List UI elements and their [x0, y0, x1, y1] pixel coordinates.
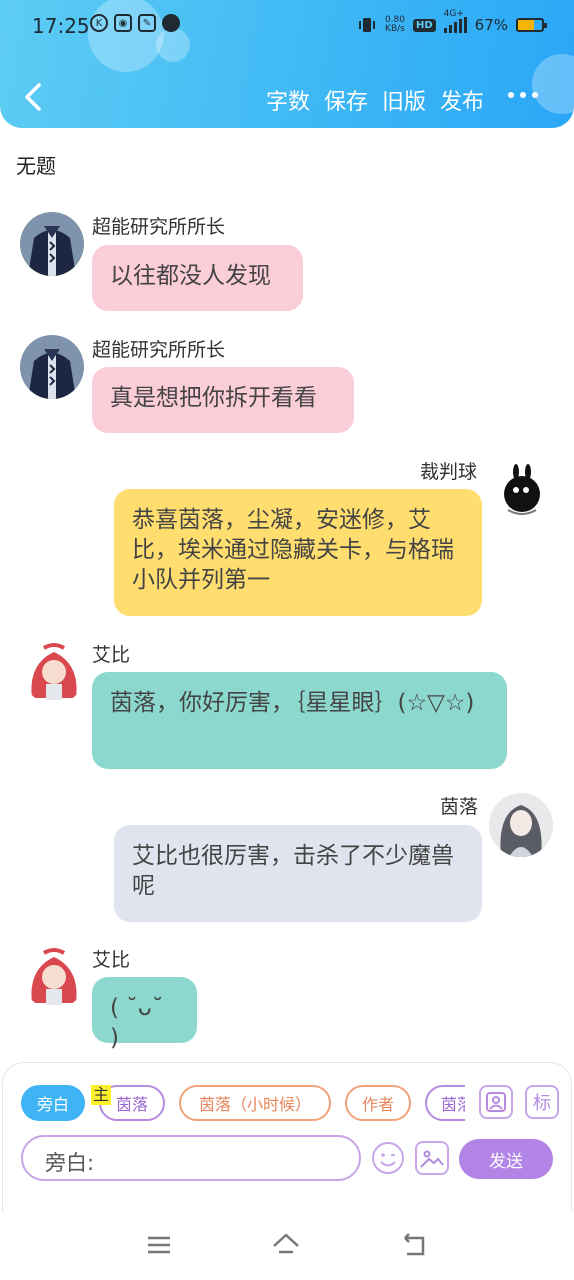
image-button[interactable]: [415, 1141, 449, 1175]
sender-name: 超能研究所所长: [92, 339, 226, 361]
mark-button[interactable]: 标: [525, 1085, 559, 1119]
battery-icon: [516, 18, 547, 32]
more-dot: [508, 92, 514, 98]
avatar[interactable]: [20, 335, 84, 399]
send-button[interactable]: 发送: [459, 1139, 553, 1179]
role-chip[interactable]: 作者: [345, 1085, 411, 1121]
back-arrow-icon: [404, 1233, 425, 1256]
role-chip[interactable]: 茵落: [425, 1085, 465, 1121]
avatar[interactable]: [489, 793, 553, 857]
character-card-button[interactable]: [479, 1085, 513, 1119]
smiley-icon: [372, 1142, 404, 1174]
sender-name: 茵落: [440, 796, 479, 818]
nav-actions: 字数 保存 旧版 发布: [266, 84, 484, 116]
input-panel: 旁白 茵落 茵落（小时候） 作者 茵落 主 标 旁白: 发送: [2, 1062, 572, 1212]
sender-name: 艾比: [92, 644, 131, 666]
message-bubble[interactable]: 以往都没人发现: [92, 245, 303, 311]
vibrate-icon: [358, 18, 375, 32]
role-selector: 旁白 茵落 茵落（小时候） 作者 茵落 主: [21, 1085, 465, 1125]
back-button[interactable]: [18, 82, 48, 112]
back-nav-button[interactable]: [399, 1230, 429, 1260]
main-role-tag: 主: [91, 1085, 112, 1105]
message-bubble[interactable]: ( ˘ᴗ˘ ): [92, 977, 197, 1051]
k-app-icon: K: [90, 14, 108, 32]
chevron-left-icon: [25, 83, 41, 111]
more-dot: [520, 92, 526, 98]
more-dot: [532, 92, 538, 98]
status-bar: 17:25 K ◉ ✎ 0.80 KB/s HD 4G+ 67%: [0, 0, 574, 52]
sender-name: 裁判球: [420, 461, 478, 483]
battery-level: [518, 20, 535, 30]
top-header: 17:25 K ◉ ✎ 0.80 KB/s HD 4G+ 67% 字数 保存 旧…: [0, 0, 574, 128]
net-speed: 0.80 KB/s: [384, 15, 405, 34]
avatar[interactable]: [492, 458, 556, 522]
avatar[interactable]: [22, 945, 86, 1009]
signal-strength: 4G+: [443, 9, 467, 33]
avatar[interactable]: [20, 212, 84, 276]
publish-button[interactable]: 发布: [440, 84, 484, 116]
home-nav-button[interactable]: [271, 1230, 301, 1260]
sender-name: 艾比: [92, 949, 131, 971]
system-nav-bar: [0, 1212, 574, 1280]
message-bubble[interactable]: 茵落，你好厉害，｛星星眼｝(☆▽☆): [92, 672, 507, 769]
avatar[interactable]: [22, 640, 86, 704]
emoji-button[interactable]: [371, 1141, 405, 1175]
menu-nav-button[interactable]: [144, 1230, 174, 1260]
role-chip[interactable]: 茵落（小时候）: [179, 1085, 331, 1121]
nav-bar: 字数 保存 旧版 发布: [0, 70, 574, 126]
save-button[interactable]: 保存: [324, 84, 368, 116]
hd-badge: HD: [412, 18, 436, 32]
app-icon: ✎: [138, 14, 156, 32]
status-right: 0.80 KB/s HD 4G+ 67%: [357, 9, 547, 34]
image-icon: [420, 1150, 444, 1168]
battery-percent: 67%: [474, 16, 508, 34]
role-chip-narration[interactable]: 旁白: [21, 1085, 85, 1121]
more-button[interactable]: [508, 92, 538, 98]
message-bubble[interactable]: 艾比也很厉害，击杀了不少魔兽呢: [114, 825, 482, 922]
home-icon: [273, 1233, 299, 1254]
document-title[interactable]: 无题: [16, 150, 56, 179]
word-count-button[interactable]: 字数: [266, 84, 310, 116]
weibo-icon: ◉: [114, 14, 132, 32]
message-bubble[interactable]: 真是想把你拆开看看: [92, 367, 354, 433]
sender-name: 超能研究所所长: [92, 216, 226, 238]
chat-bubble-icon: [162, 14, 180, 32]
message-bubble[interactable]: 恭喜茵落，尘凝，安迷修，艾比，埃米通过隐藏关卡，与格瑞小队并列第一: [114, 489, 482, 616]
old-version-button[interactable]: 旧版: [382, 84, 426, 116]
status-time: 17:25: [32, 14, 90, 38]
menu-icon: [148, 1236, 170, 1254]
person-card-icon: [486, 1092, 506, 1112]
message-input[interactable]: 旁白:: [21, 1135, 361, 1181]
notification-icons: K ◉ ✎: [90, 14, 180, 32]
signal-icon: [443, 17, 467, 33]
